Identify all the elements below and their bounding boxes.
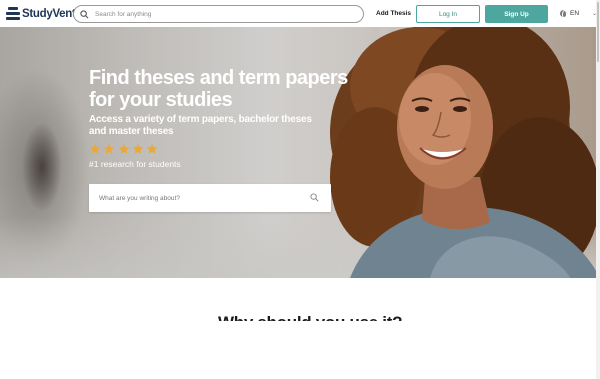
rating-stars xyxy=(89,143,160,155)
star-icon xyxy=(89,143,101,154)
star-icon xyxy=(132,143,144,154)
section-title: Why should you use it? xyxy=(218,312,402,321)
hero-title: Find theses and term papers for your stu… xyxy=(89,67,348,111)
logo[interactable]: StudyVent xyxy=(6,7,76,20)
header-search-bar[interactable] xyxy=(73,5,364,23)
login-button[interactable]: Log In xyxy=(416,5,480,23)
top-navbar: StudyVent Add Thesis Log In Sign Up EN ⌄ xyxy=(0,0,597,27)
header-search-input[interactable] xyxy=(95,10,345,18)
scrollbar-thumb[interactable] xyxy=(597,2,599,62)
logo-icon xyxy=(6,7,20,20)
rank-text: #1 research for students xyxy=(89,159,181,169)
globe-icon xyxy=(560,10,567,19)
hero-subtitle: Access a variety of term papers, bachelo… xyxy=(89,114,312,137)
hero-search-input[interactable] xyxy=(99,194,299,202)
hero-section: Find theses and term papers for your stu… xyxy=(0,27,596,278)
page-scrollbar[interactable] xyxy=(596,0,600,379)
hero-search-box[interactable] xyxy=(89,184,331,212)
hero-woman-image xyxy=(330,27,596,278)
search-icon[interactable] xyxy=(310,193,319,202)
background-shade xyxy=(0,27,380,278)
logo-text: StudyVent xyxy=(22,7,76,20)
star-icon xyxy=(146,143,158,154)
language-selector[interactable]: EN ⌄ xyxy=(560,10,597,19)
star-icon xyxy=(103,143,115,154)
add-thesis-link[interactable]: Add Thesis xyxy=(376,10,411,17)
signup-button[interactable]: Sign Up xyxy=(485,5,548,23)
star-icon xyxy=(118,143,129,154)
language-label: EN xyxy=(570,10,580,17)
search-icon xyxy=(80,9,89,18)
